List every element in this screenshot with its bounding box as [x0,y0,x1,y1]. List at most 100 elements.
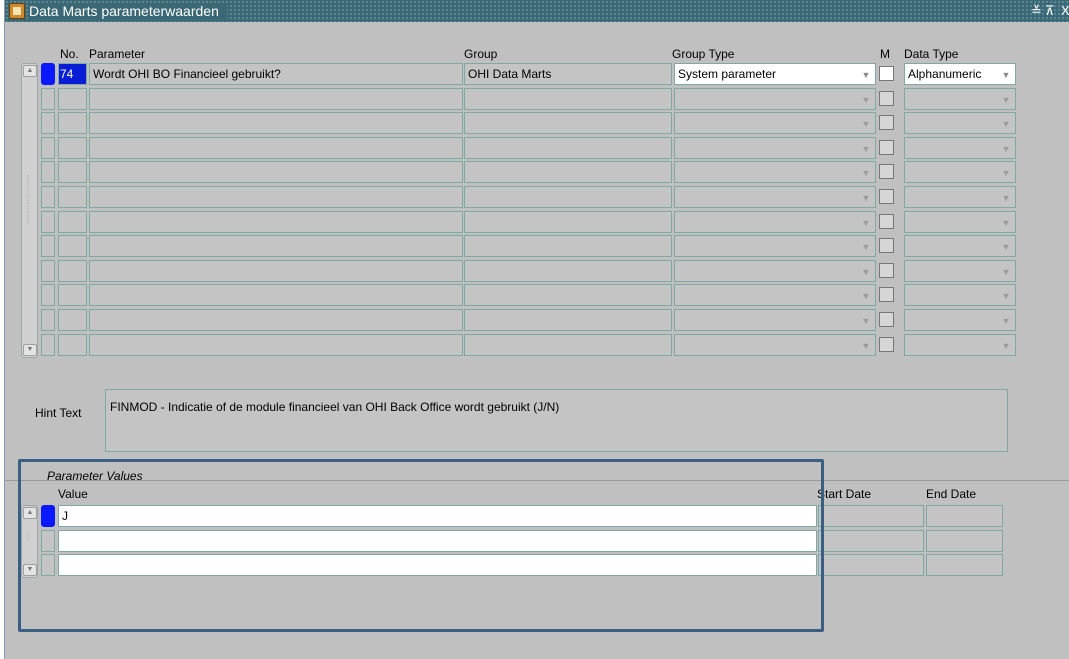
row-marker[interactable] [41,136,55,159]
group-type-select[interactable]: ▼ [674,87,876,110]
row-marker[interactable] [41,235,55,258]
group-type-select[interactable]: ▼ [674,161,876,184]
dropdown-arrow-icon[interactable]: ▼ [999,93,1013,107]
row-marker[interactable] [41,161,55,184]
dropdown-arrow-icon[interactable]: ▼ [859,240,873,254]
dropdown-arrow-icon[interactable]: ▼ [999,289,1013,303]
dropdown-arrow-icon[interactable]: ▼ [859,216,873,230]
row-marker[interactable] [41,309,55,331]
m-checkbox[interactable] [879,115,894,131]
group-type-select[interactable]: ▼ [674,235,876,258]
group-field[interactable]: OHI Data Marts [464,63,672,85]
dropdown-arrow-icon[interactable]: ▼ [859,166,873,180]
no-field[interactable] [58,87,87,110]
group-type-select[interactable]: ▼ [674,136,876,159]
dropdown-arrow-icon[interactable]: ▼ [859,265,873,279]
row-marker[interactable] [41,259,55,282]
m-checkbox[interactable] [879,213,894,229]
start-date-field[interactable] [818,505,924,527]
scroll-grip-icon[interactable]: ⁝ ⁝ ⁝ ⁝ ⁝ ⁝ ⁝ ⁝ ⁝ ⁝ [27,175,32,226]
group-field[interactable] [464,210,672,233]
parameter-field[interactable] [89,284,463,307]
parameter-field[interactable] [89,210,463,233]
data-type-select[interactable]: ▼ [904,210,1016,233]
dropdown-arrow-icon[interactable]: ▼ [859,93,873,107]
parameter-field[interactable] [89,235,463,258]
parameter-field[interactable] [89,186,463,208]
group-type-select[interactable]: ▼ [674,210,876,233]
data-type-select[interactable]: ▼ [904,87,1016,110]
dropdown-arrow-icon[interactable]: ▼ [859,289,873,303]
group-field[interactable] [464,235,672,258]
dropdown-arrow-icon[interactable]: ▼ [999,166,1013,180]
dropdown-arrow-icon[interactable]: ▼ [859,117,873,131]
m-checkbox[interactable] [879,238,894,254]
dropdown-arrow-icon[interactable]: ▼ [859,142,873,156]
row-marker[interactable] [41,186,55,208]
m-checkbox[interactable] [879,90,894,106]
m-checkbox[interactable] [879,139,894,155]
group-field[interactable] [464,161,672,184]
row-marker[interactable] [41,210,55,233]
minimize-icon[interactable]: ≚ [1031,2,1042,20]
data-type-select[interactable]: ▼ [904,309,1016,331]
group-type-select[interactable]: System parameter ▼ [674,63,876,85]
parameter-field[interactable] [89,136,463,159]
group-field[interactable] [464,87,672,110]
grid-scrollbar[interactable]: ▲ ⁝ ⁝ ⁝ ⁝ ⁝ ⁝ ⁝ ⁝ ⁝ ⁝ ▼ [21,63,38,358]
data-type-select[interactable]: ▼ [904,186,1016,208]
data-type-select[interactable]: ▼ [904,161,1016,184]
row-marker[interactable] [41,87,55,110]
scroll-down-icon[interactable]: ▼ [23,344,37,356]
dropdown-arrow-icon[interactable]: ▼ [999,314,1013,328]
group-type-select[interactable]: ▼ [674,333,876,356]
parameter-field[interactable] [89,333,463,356]
data-type-select[interactable]: ▼ [904,136,1016,159]
dropdown-arrow-icon[interactable]: ▼ [999,240,1013,254]
parameter-field[interactable] [89,309,463,331]
parameter-field[interactable]: Wordt OHI BO Financieel gebruikt? [89,63,463,85]
group-field[interactable] [464,309,672,331]
dropdown-arrow-icon[interactable]: ▼ [999,142,1013,156]
m-checkbox[interactable] [879,312,894,327]
no-field[interactable] [58,210,87,233]
maximize-icon[interactable]: ⊼ [1045,2,1055,20]
no-field[interactable] [58,333,87,356]
no-field[interactable] [58,112,87,135]
m-checkbox[interactable] [879,336,894,352]
no-field[interactable] [58,284,87,307]
group-type-select[interactable]: ▼ [674,186,876,208]
group-field[interactable] [464,112,672,135]
data-type-select[interactable]: ▼ [904,112,1016,135]
dropdown-arrow-icon[interactable]: ▼ [859,68,873,82]
row-marker[interactable] [41,112,55,135]
no-field[interactable] [58,309,87,331]
group-field[interactable] [464,259,672,282]
dropdown-arrow-icon[interactable]: ▼ [999,265,1013,279]
scroll-up-icon[interactable]: ▲ [23,65,37,77]
dropdown-arrow-icon[interactable]: ▼ [999,216,1013,230]
start-date-field[interactable] [818,529,924,552]
dropdown-arrow-icon[interactable]: ▼ [859,191,873,205]
data-type-select[interactable]: ▼ [904,333,1016,356]
row-marker[interactable] [41,333,55,356]
parameter-field[interactable] [89,112,463,135]
no-field[interactable] [58,259,87,282]
group-type-select[interactable]: ▼ [674,309,876,331]
m-checkbox[interactable] [879,189,894,204]
m-checkbox[interactable] [879,287,894,303]
m-checkbox[interactable] [879,66,894,81]
group-field[interactable] [464,136,672,159]
no-field[interactable] [58,136,87,159]
dropdown-arrow-icon[interactable]: ▼ [999,117,1013,131]
data-type-select[interactable]: ▼ [904,284,1016,307]
group-field[interactable] [464,284,672,307]
title-bar[interactable]: Data Marts parameterwaarden ≚ ⊼ X [5,0,1069,22]
data-type-select[interactable]: Alphanumeric ▼ [904,63,1016,85]
dropdown-arrow-icon[interactable]: ▼ [859,339,873,353]
close-icon[interactable]: X [1061,2,1069,20]
dropdown-arrow-icon[interactable]: ▼ [999,68,1013,82]
group-type-select[interactable]: ▼ [674,112,876,135]
parameter-field[interactable] [89,161,463,184]
parameter-field[interactable] [89,259,463,282]
